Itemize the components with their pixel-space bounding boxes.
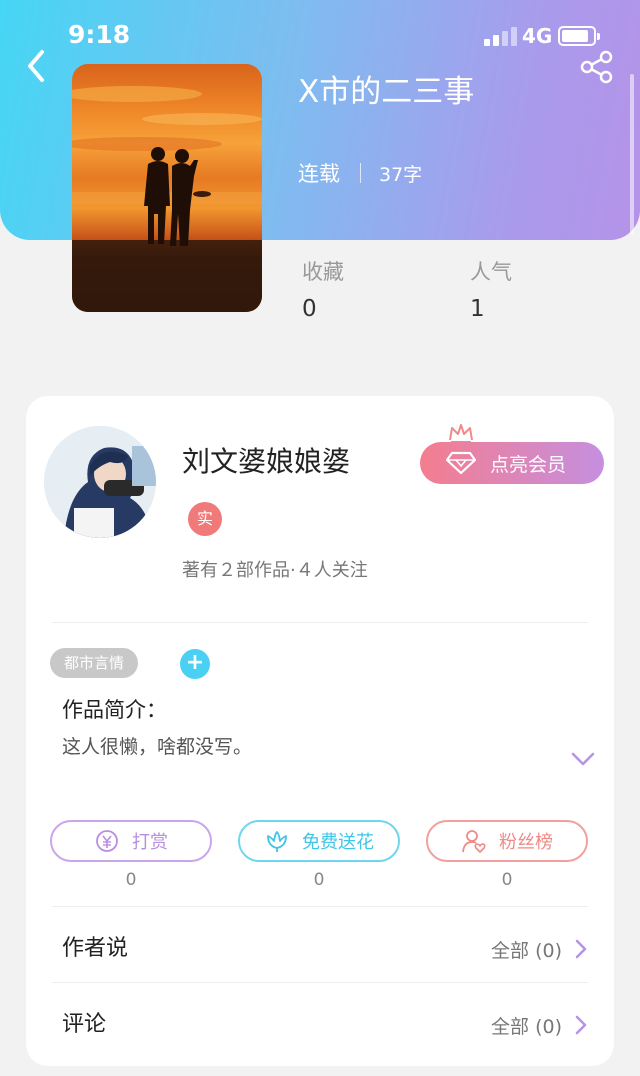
fan-ranking-button[interactable]: 粉丝榜 [426, 820, 588, 862]
scroll-indicator [630, 74, 634, 234]
vip-button-label: 点亮会员 [490, 453, 567, 476]
stat-favorites: 收藏 0 [302, 256, 344, 322]
flower-count: 0 [313, 870, 325, 890]
diamond-icon [446, 451, 476, 475]
signal-icon [484, 26, 518, 46]
book-cover[interactable] [72, 64, 262, 312]
stat-label: 人气 [470, 260, 512, 284]
book-status-row: 连载 37字 [298, 158, 422, 188]
status-time: 9:18 [68, 20, 131, 49]
comments-label[interactable]: 评论 [62, 1006, 106, 1038]
intro-title: 作品简介： [62, 698, 167, 722]
status-bar: 9:18 4G [0, 0, 640, 72]
intro-text: 这人很懒，啥都没写。 [62, 736, 253, 758]
divider [52, 982, 588, 983]
stat-label: 收藏 [302, 260, 344, 284]
send-flower-button[interactable]: 免费送花 [238, 820, 400, 862]
battery-icon [558, 26, 600, 46]
book-title: X市的二三事 [298, 74, 475, 110]
reward-button[interactable]: 打赏 [50, 820, 212, 862]
reward-count: 0 [125, 870, 137, 890]
send-flower-label: 免费送花 [302, 832, 374, 853]
fan-count: 0 [501, 870, 513, 890]
detail-card: 刘文婆娘娘婆 实 著有２部作品·４人关注 点亮会员 都市言情 + 作品简介： 这… [26, 396, 614, 1066]
fan-ranking-label: 粉丝榜 [499, 832, 553, 853]
genre-tag[interactable]: 都市言情 [50, 648, 139, 678]
share-icon[interactable] [578, 50, 616, 84]
fan-heart-icon [462, 830, 486, 853]
crown-icon [449, 424, 473, 443]
author-avatar[interactable] [44, 426, 156, 538]
verified-badge: 实 [188, 502, 222, 536]
word-count: 37字 [379, 163, 423, 186]
yen-coin-icon [96, 830, 118, 852]
status-divider [360, 163, 361, 183]
chevron-right-icon[interactable] [574, 938, 588, 960]
divider [52, 906, 588, 907]
comments-all[interactable]: 全部 (0) [491, 1012, 562, 1039]
chevron-down-icon[interactable] [570, 750, 596, 768]
chevron-right-icon[interactable] [574, 1014, 588, 1036]
network-label: 4G [522, 24, 553, 48]
divider [52, 622, 588, 623]
flower-icon [267, 831, 287, 852]
stat-value: 0 [302, 296, 317, 322]
reward-label: 打赏 [132, 832, 168, 853]
vip-button[interactable]: 点亮会员 [420, 442, 604, 484]
author-says-label[interactable]: 作者说 [62, 930, 128, 962]
back-icon[interactable] [22, 46, 52, 86]
author-says-all[interactable]: 全部 (0) [491, 936, 562, 963]
stat-popularity: 人气 1 [470, 256, 512, 322]
author-meta: 著有２部作品·４人关注 [182, 560, 368, 581]
stat-value: 1 [470, 296, 485, 322]
add-tag-button[interactable]: + [180, 649, 210, 679]
serial-status: 连载 [298, 162, 340, 186]
author-name[interactable]: 刘文婆娘娘婆 [182, 440, 350, 480]
